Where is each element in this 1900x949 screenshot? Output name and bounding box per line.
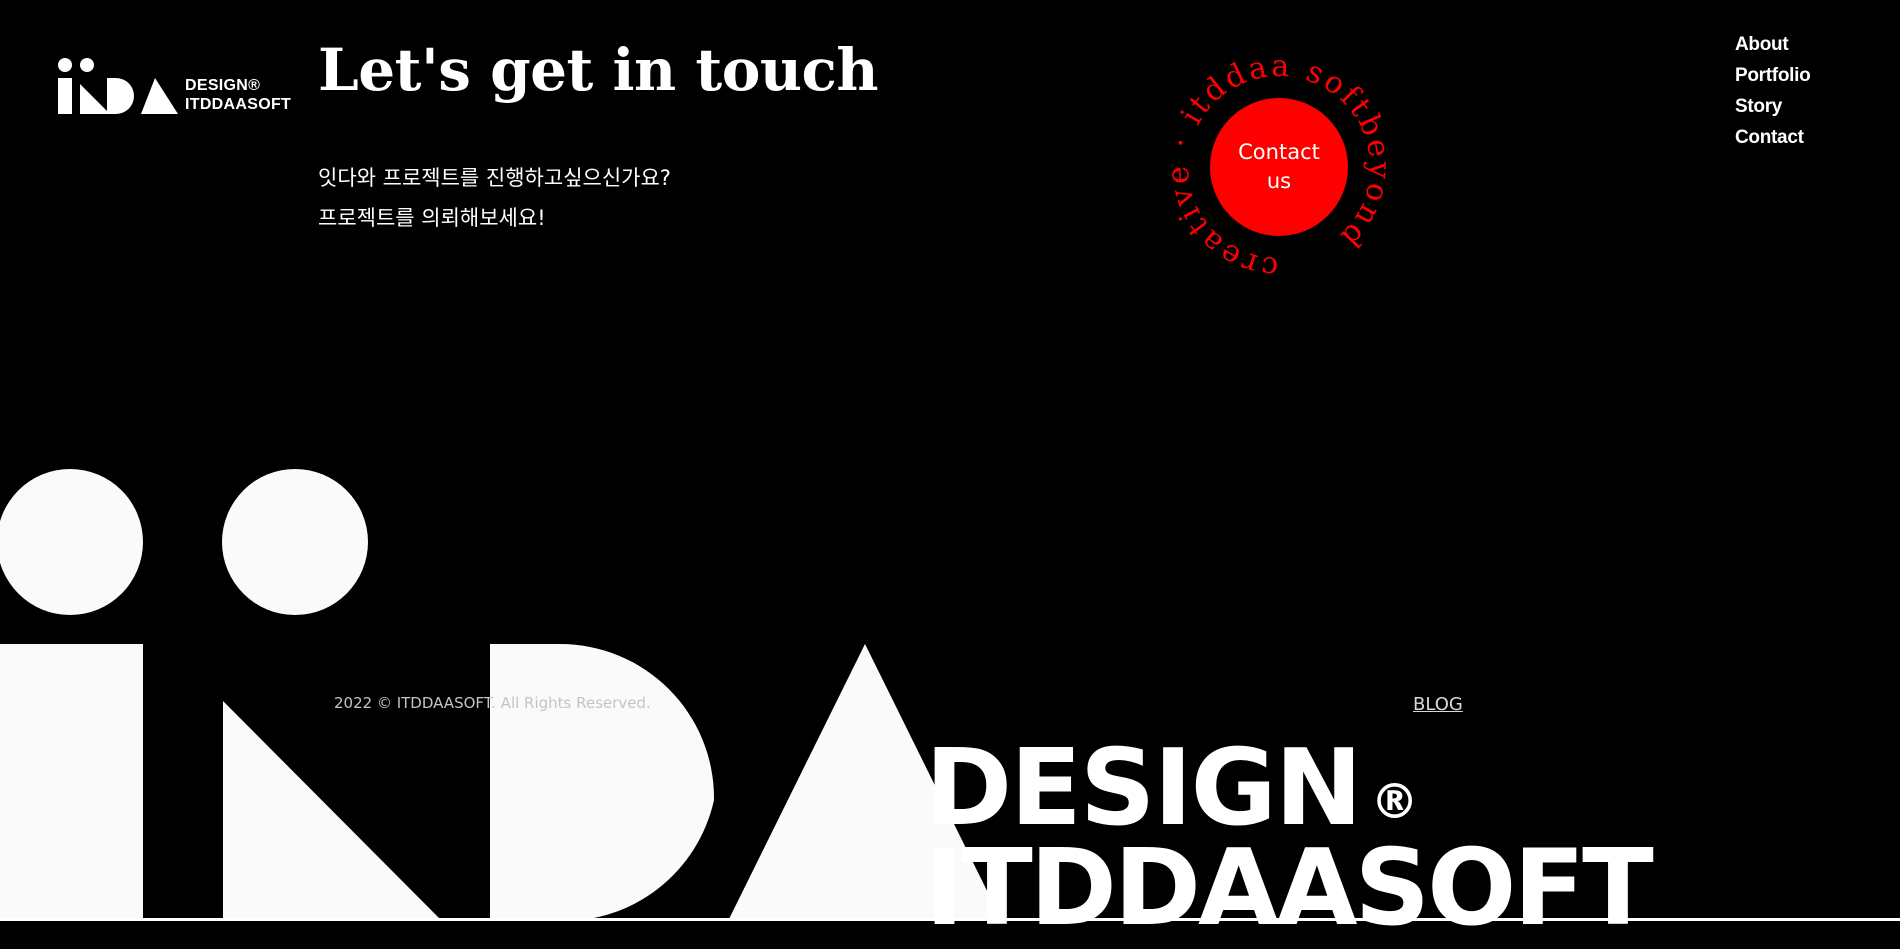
big-wordmark-itddaasoft: ITDDAASOFT (925, 827, 1654, 949)
registered-mark: ® (1370, 774, 1419, 830)
copyright-text: 2022 © ITDDAASOFT. All Rights Reserved. (334, 694, 651, 712)
blog-link[interactable]: BLOG (1413, 694, 1463, 715)
